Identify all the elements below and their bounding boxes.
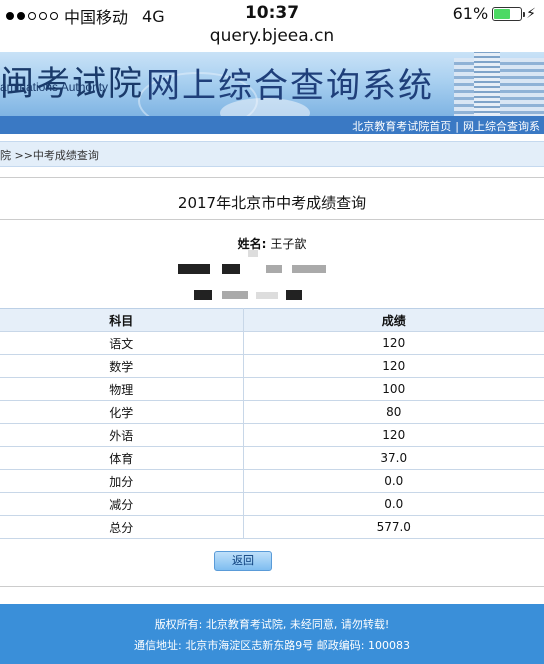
column-header-score: 成绩 [243,308,544,332]
subject-cell: 化学 [0,400,244,424]
redacted-block [286,290,302,300]
redacted-block [222,264,240,274]
score-table: 科目 成绩 语文 120 数学 120 物理 100 化学 80 外语 120 体育 37.… [0,308,544,539]
table-row: 加分 0.0 [0,469,544,493]
table-row: 体育 37.0 [0,446,544,470]
subject-cell: 物理 [0,377,244,401]
nav-link-query-system[interactable]: 网上综合查询系 [463,120,540,133]
score-cell: 37.0 [243,446,544,470]
nav-separator: | [455,120,459,133]
score-cell: 120 [243,331,544,355]
charging-bolt-icon: ⚡ [526,5,536,22]
subject-cell: 加分 [0,469,244,493]
battery-icon [492,6,526,21]
status-bar: 中国移动 4G 10:37 61% ⚡ [0,0,544,27]
score-cell: 0.0 [243,469,544,493]
nav-links: 北京教育考试院首页 | 网上综合查询系 [352,118,540,134]
address-bar[interactable]: query.bjeea.cn [0,26,544,52]
score-cell: 120 [243,354,544,378]
score-cell: 577.0 [243,515,544,539]
subject-cell: 减分 [0,492,244,516]
redacted-block [222,291,248,299]
subject-cell: 外语 [0,423,244,447]
subject-cell: 体育 [0,446,244,470]
content-bottom-divider [0,586,544,587]
table-row: 总分 577.0 [0,515,544,539]
table-row: 外语 120 [0,423,544,447]
page-title: 2017年北京市中考成绩查询 [177,194,367,212]
battery-percent: 61% [452,4,489,23]
subject-cell: 总分 [0,515,244,539]
name-row: 姓名: 王子歆 [0,235,544,252]
score-cell: 100 [243,377,544,401]
breadcrumb: 院 >>中考成绩查询 [0,141,544,167]
top-nav-bar: 北京教育考试院首页 | 网上综合查询系 [0,116,544,134]
building-tower-image [474,52,500,116]
table-header-row: 科目 成绩 [0,308,544,332]
table-row: 减分 0.0 [0,492,544,516]
nav-link-home[interactable]: 北京教育考试院首页 [352,120,451,133]
url-text[interactable]: query.bjeea.cn [210,26,334,46]
table-row: 物理 100 [0,377,544,401]
name-value: 王子歆 [270,237,307,251]
score-cell: 80 [243,400,544,424]
column-header-subject: 科目 [0,308,244,332]
redacted-block [256,292,278,299]
redacted-block [266,265,282,273]
status-right: 61% ⚡ [453,4,536,23]
footer-copyright: 版权所有: 北京教育考试院, 未经同意, 请勿转载! [154,618,390,631]
site-banner: 闽考试院 aminations Authority 网上综合查询系统 [0,52,544,116]
back-button[interactable]: 返回 [214,551,272,571]
name-label: 姓名: [237,237,267,251]
logo-authority-text: aminations Authority [0,80,109,94]
title-divider [0,219,544,220]
table-row: 数学 120 [0,354,544,378]
score-cell: 0.0 [243,492,544,516]
footer-address: 通信地址: 北京市海淀区志新东路9号 邮政编码: 100083 [134,639,410,652]
site-footer: 版权所有: 北京教育考试院, 未经同意, 请勿转载! 通信地址: 北京市海淀区志… [0,604,544,664]
redacted-block [178,264,210,274]
score-cell: 120 [243,423,544,447]
subject-cell: 数学 [0,354,244,378]
redacted-block [194,290,212,300]
result-panel: 2017年北京市中考成绩查询 姓名: 王子歆 科目 成绩 语文 120 数学 120… [0,177,544,597]
breadcrumb-text[interactable]: 院 >>中考成绩查询 [0,147,99,163]
table-row: 化学 80 [0,400,544,424]
redacted-block [292,265,326,273]
redacted-block [248,250,258,257]
table-row: 语文 120 [0,331,544,355]
system-title: 网上综合查询系统 [146,66,434,106]
subject-cell: 语文 [0,331,244,355]
